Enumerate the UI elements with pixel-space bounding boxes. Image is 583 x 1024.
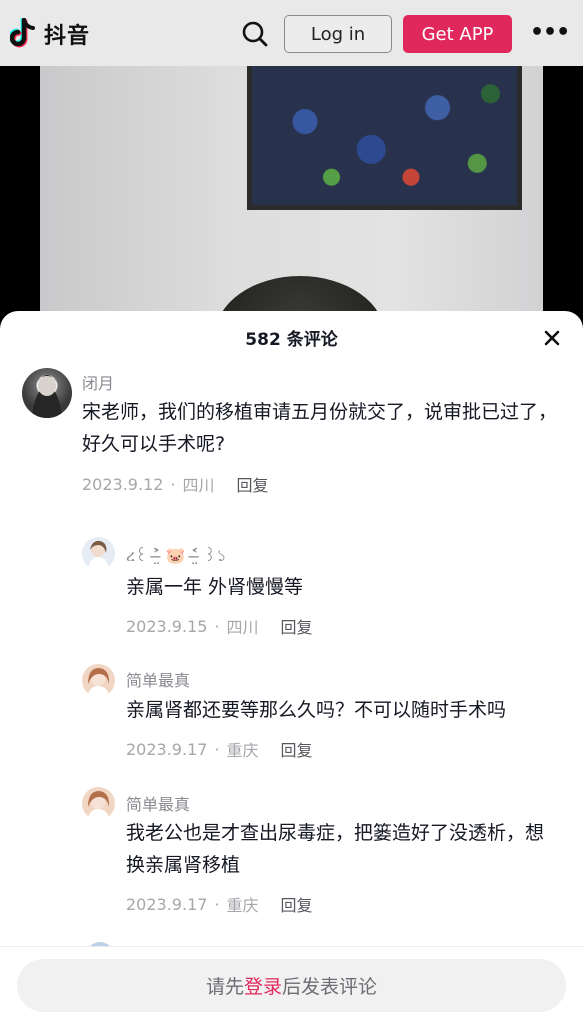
comment-location: 重庆	[226, 741, 259, 760]
comment-text: 亲属一年 外肾慢慢等	[126, 576, 304, 598]
avatar[interactable]	[82, 787, 115, 820]
top-header: 抖音 Log in Get APP •••	[0, 0, 583, 66]
separator-dot: ·	[170, 474, 176, 494]
input-prompt-suffix: 后发表评论	[282, 976, 378, 998]
more-dots-icon[interactable]: •••	[530, 20, 570, 50]
comment-location: 重庆	[226, 896, 259, 915]
douyin-logo[interactable]: 抖音	[8, 16, 91, 50]
comments-panel: 582 条评论 闭月 宋老师，我们的移植审请五月份就交了，说审批已过了，好久可以…	[0, 311, 583, 1024]
avatar[interactable]	[22, 368, 72, 418]
comment-username[interactable]: 简单最真	[126, 667, 190, 691]
comment-username[interactable]: 闭月	[82, 370, 114, 394]
comment-date: 2023.9.17	[126, 739, 208, 759]
douyin-note-icon	[8, 16, 38, 50]
login-link[interactable]: 登录	[244, 972, 282, 999]
separator-dot: ·	[214, 894, 220, 914]
input-prompt-prefix: 请先	[205, 976, 244, 998]
comment-date: 2023.9.17	[126, 894, 208, 914]
separator-dot: ·	[214, 739, 220, 759]
search-icon	[240, 21, 270, 53]
avatar[interactable]	[82, 664, 115, 697]
search-button[interactable]	[240, 19, 270, 49]
comment-input[interactable]: 请先 登录 后发表评论	[17, 959, 566, 1012]
comment-meta: 2023.9.17 · 重庆 回复	[126, 892, 313, 916]
picture-content	[252, 66, 517, 205]
comment-text: 我老公也是才查出尿毒症，把篓造好了没透析，想换亲属肾移植	[126, 822, 545, 876]
logo-text: 抖音	[44, 24, 91, 49]
comment-meta: 2023.9.15 · 四川 回复	[126, 614, 313, 638]
reply-button[interactable]: 回复	[281, 892, 313, 916]
wall-picture	[247, 66, 522, 210]
get-app-button[interactable]: Get APP	[403, 15, 512, 53]
login-button[interactable]: Log in	[284, 15, 392, 53]
comment-text: 宋老师，我们的移植审请五月份就交了，说审批已过了，好久可以手术呢?	[82, 401, 558, 455]
avatar[interactable]	[82, 537, 115, 570]
comment-input-bar: 请先 登录 后发表评论	[0, 946, 583, 1024]
reply-button[interactable]: 回复	[237, 472, 269, 496]
comment-meta: 2023.9.12 · 四川 回复	[82, 472, 269, 496]
reply-item: 简单最真 我老公也是才查出尿毒症，把篓造好了没透析，想换亲属肾移植 2023.9…	[0, 311, 583, 915]
comment-username[interactable]: 简单最真	[126, 791, 190, 815]
comment-item: 闭月 宋老师，我们的移植审请五月份就交了，说审批已过了，好久可以手术呢? 202…	[0, 311, 583, 511]
reply-button[interactable]: 回复	[281, 737, 313, 761]
comment-location: 四川	[182, 476, 215, 495]
comment-date: 2023.9.15	[126, 616, 208, 636]
comment-meta: 2023.9.17 · 重庆 回复	[126, 737, 313, 761]
separator-dot: ·	[214, 616, 220, 636]
comment-location: 四川	[226, 618, 259, 637]
comment-date: 2023.9.12	[82, 474, 164, 494]
comment-username[interactable]: ረ꒰ ˃̶̤̀ 🐷 ˂̶̤́ ꒱১	[126, 543, 227, 570]
reply-button[interactable]: 回复	[281, 614, 313, 638]
comment-text: 亲属肾都还要等那么久吗？不可以随时手术吗	[126, 699, 507, 721]
